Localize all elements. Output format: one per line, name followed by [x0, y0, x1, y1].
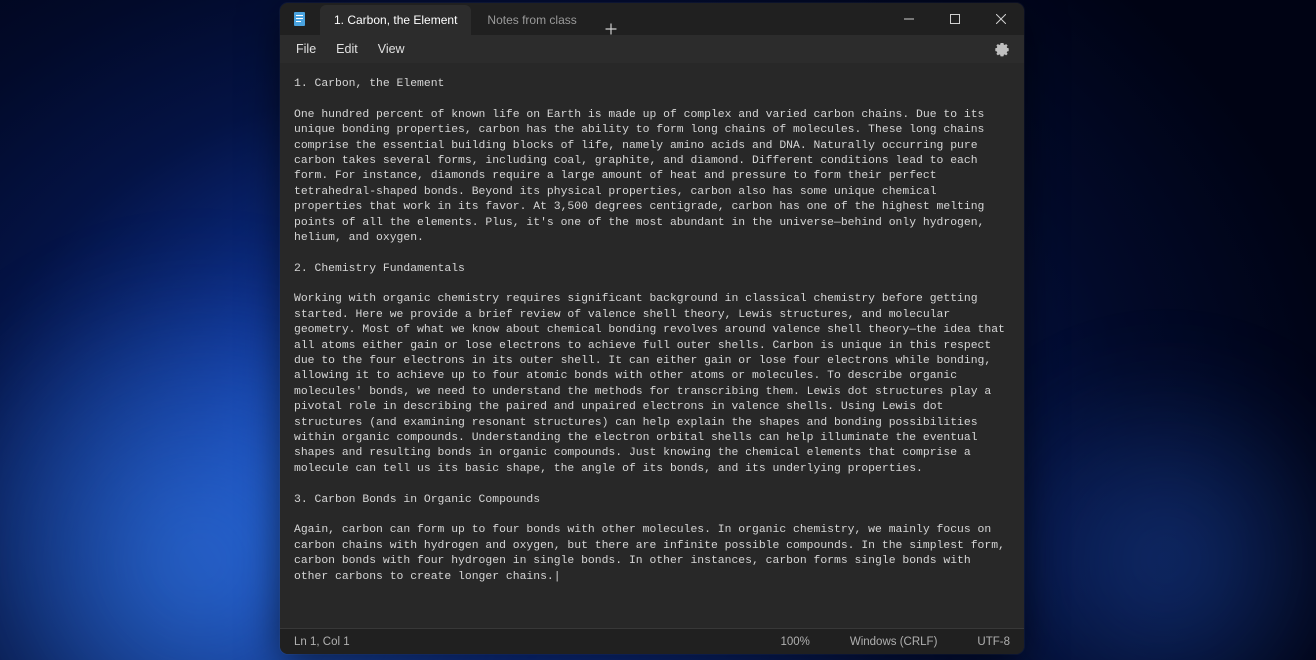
tab-notes-from-class[interactable]: Notes from class [473, 5, 590, 35]
tab-carbon-element[interactable]: 1. Carbon, the Element [320, 5, 471, 35]
notepad-window: 1. Carbon, the Element Notes from class … [280, 3, 1024, 654]
minimize-button[interactable] [886, 3, 932, 35]
encoding[interactable]: UTF-8 [977, 636, 1010, 648]
menu-file[interactable]: File [286, 38, 326, 60]
maximize-icon [950, 14, 960, 24]
tab-label: 1. Carbon, the Element [334, 13, 457, 27]
menu-view[interactable]: View [368, 38, 415, 60]
close-icon [996, 14, 1006, 24]
settings-button[interactable] [986, 37, 1018, 61]
close-button[interactable] [978, 3, 1024, 35]
line-ending[interactable]: Windows (CRLF) [850, 636, 938, 648]
document-text[interactable]: 1. Carbon, the Element One hundred perce… [294, 77, 1010, 585]
minimize-icon [904, 14, 914, 24]
menu-edit[interactable]: Edit [326, 38, 368, 60]
maximize-button[interactable] [932, 3, 978, 35]
editor-area[interactable]: 1. Carbon, the Element One hundred perce… [280, 63, 1024, 628]
tab-strip: 1. Carbon, the Element Notes from class [320, 3, 886, 35]
statusbar: Ln 1, Col 1 100% Windows (CRLF) UTF-8 [280, 628, 1024, 654]
gear-icon [994, 41, 1010, 57]
notepad-icon [280, 3, 320, 35]
tab-label: Notes from class [487, 13, 576, 27]
zoom-level[interactable]: 100% [780, 636, 809, 648]
cursor-position[interactable]: Ln 1, Col 1 [294, 636, 350, 648]
new-tab-button[interactable] [593, 23, 629, 35]
menubar: File Edit View [280, 35, 1024, 63]
titlebar[interactable]: 1. Carbon, the Element Notes from class [280, 3, 1024, 35]
window-controls [886, 3, 1024, 35]
plus-icon [605, 23, 617, 35]
